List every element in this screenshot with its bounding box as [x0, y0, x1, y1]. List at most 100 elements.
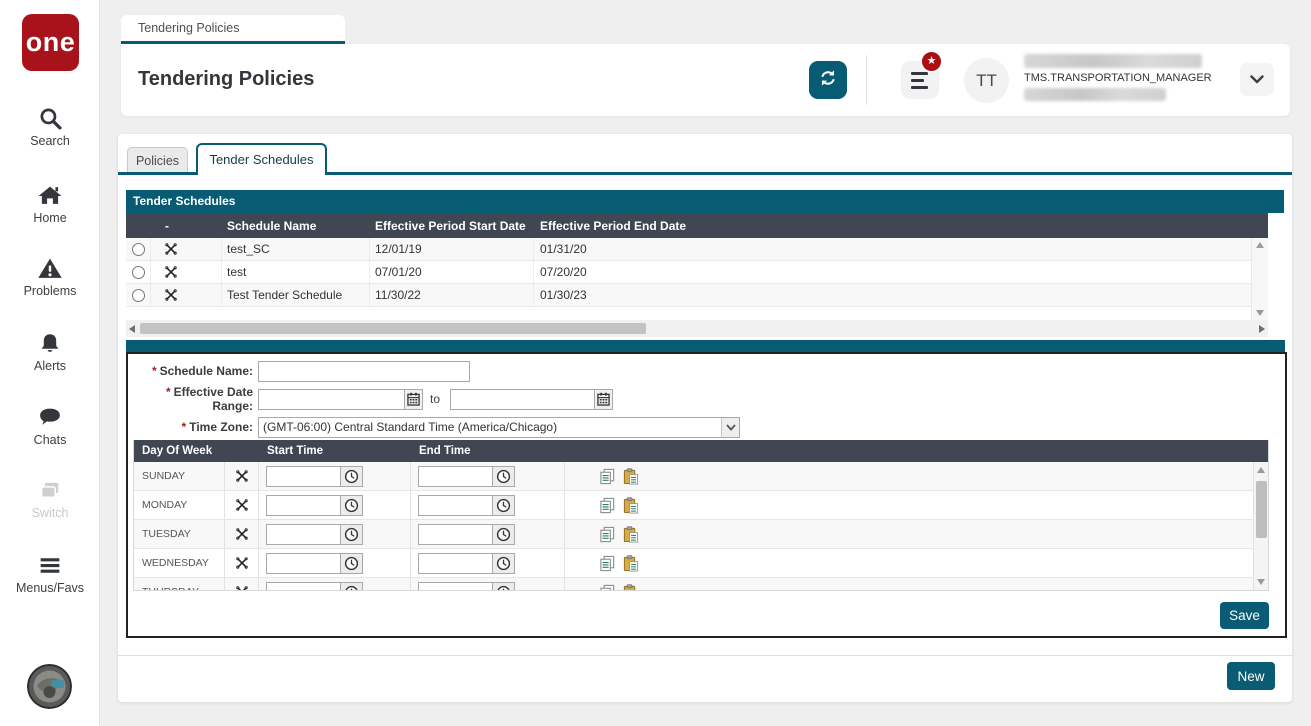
schedules-horizontal-scrollbar[interactable]	[126, 320, 1268, 337]
paste-icon[interactable]	[622, 496, 639, 514]
clock-button[interactable]	[341, 465, 363, 487]
scroll-up-arrow[interactable]	[1256, 242, 1264, 248]
save-button[interactable]: Save	[1220, 602, 1269, 629]
radio-button[interactable]	[131, 288, 145, 302]
sidebar-item-chats[interactable]: Chats	[0, 405, 100, 447]
table-row[interactable]: test 07/01/20 07/20/20	[126, 261, 1251, 284]
start-time-input[interactable]	[266, 552, 341, 574]
sidebar-item-menus-favs[interactable]: Menus/Favs	[0, 553, 100, 595]
schedule-name-input[interactable]	[258, 360, 470, 382]
tab-policies[interactable]: Policies	[127, 147, 188, 175]
date-end-input[interactable]	[450, 388, 596, 410]
clock-icon	[345, 585, 358, 590]
select-chevron-icon	[721, 417, 739, 437]
clock-icon	[344, 469, 359, 483]
timezone-value: (GMT-06:00) Central Standard Time (Ameri…	[263, 420, 558, 434]
copy-icon[interactable]	[599, 497, 616, 514]
copy-icon[interactable]	[599, 526, 616, 543]
start-time-input[interactable]	[266, 465, 341, 487]
day-label: SUNDAY	[134, 462, 225, 490]
clock-button[interactable]	[493, 552, 515, 574]
browser-tab[interactable]: Tendering Policies	[121, 15, 345, 44]
refresh-button[interactable]	[809, 61, 847, 99]
scroll-up-arrow[interactable]	[1257, 467, 1265, 473]
scroll-down-arrow[interactable]	[1257, 579, 1265, 585]
vertical-scroll-thumb[interactable]	[1256, 481, 1267, 538]
copy-icon[interactable]	[599, 584, 616, 590]
one-logo[interactable]: one	[22, 14, 79, 71]
bell-icon	[0, 331, 100, 356]
delete-icon[interactable]	[164, 242, 178, 256]
clock-icon	[344, 556, 359, 570]
globe-avatar[interactable]	[27, 664, 72, 709]
schedule-start-cell: 07/01/20	[370, 261, 534, 283]
paste-icon[interactable]	[622, 525, 639, 543]
tab-tender-schedules[interactable]: Tender Schedules	[196, 143, 327, 175]
delete-icon[interactable]	[235, 527, 249, 541]
schedule-name-cell: Test Tender Schedule	[222, 284, 370, 306]
delete-icon[interactable]	[235, 585, 249, 590]
clock-button[interactable]	[341, 581, 363, 590]
calendar-button-start[interactable]	[405, 388, 423, 410]
to-label: to	[430, 392, 441, 406]
day-row: TUESDAY	[134, 520, 1268, 549]
scroll-down-arrow[interactable]	[1256, 310, 1264, 316]
end-time-input[interactable]	[418, 581, 493, 590]
end-time-input[interactable]	[418, 552, 493, 574]
clock-button[interactable]	[341, 523, 363, 545]
paste-icon[interactable]	[622, 467, 639, 485]
table-row[interactable]: Test Tender Schedule 11/30/22 01/30/23	[126, 284, 1251, 307]
timezone-select[interactable]: (GMT-06:00) Central Standard Time (Ameri…	[258, 416, 740, 438]
start-time-input[interactable]	[266, 523, 341, 545]
clock-icon	[496, 527, 511, 541]
star-badge-icon: ★	[920, 50, 943, 73]
clock-button[interactable]	[341, 552, 363, 574]
day-table-vertical-scrollbar[interactable]	[1253, 462, 1268, 590]
date-range-label: * Effective Date Range:	[165, 385, 253, 413]
delete-icon[interactable]	[164, 265, 178, 279]
start-time-input[interactable]	[266, 581, 341, 590]
horizontal-scroll-thumb[interactable]	[140, 323, 646, 334]
user-avatar[interactable]: TT	[964, 58, 1009, 103]
browser-tab-label: Tendering Policies	[138, 21, 240, 35]
clock-button[interactable]	[493, 465, 515, 487]
sidebar-item-alerts[interactable]: Alerts	[0, 331, 100, 373]
date-start-input[interactable]	[258, 388, 405, 410]
paste-icon[interactable]	[622, 583, 639, 590]
schedules-vertical-scrollbar[interactable]	[1251, 238, 1268, 320]
table-row[interactable]: test_SC 12/01/19 01/31/20	[126, 238, 1251, 261]
sidebar-item-label: Search	[30, 134, 70, 148]
scroll-right-arrow[interactable]	[1259, 324, 1265, 333]
copy-icon[interactable]	[599, 468, 616, 485]
delete-icon[interactable]	[235, 469, 249, 483]
delete-icon[interactable]	[164, 288, 178, 302]
day-label: THURSDAY	[134, 578, 225, 590]
column-header-end-date: Effective Period End Date	[540, 218, 687, 233]
schedule-end-cell: 01/31/20	[540, 242, 587, 256]
day-label: MONDAY	[134, 491, 225, 519]
clock-button[interactable]	[493, 523, 515, 545]
clock-button[interactable]	[493, 581, 515, 590]
radio-button[interactable]	[131, 242, 145, 256]
copy-icon[interactable]	[599, 555, 616, 572]
menu-bar	[911, 78, 924, 82]
delete-icon[interactable]	[235, 556, 249, 570]
scroll-left-arrow[interactable]	[129, 324, 135, 333]
clock-button[interactable]	[341, 494, 363, 516]
end-time-input[interactable]	[418, 494, 493, 516]
start-time-input[interactable]	[266, 494, 341, 516]
clock-button[interactable]	[493, 494, 515, 516]
user-menu-button[interactable]	[1240, 63, 1274, 96]
paste-icon[interactable]	[622, 554, 639, 572]
end-time-input[interactable]	[418, 523, 493, 545]
schedule-start-cell: 11/30/22	[370, 284, 534, 306]
delete-icon[interactable]	[235, 498, 249, 512]
new-button[interactable]: New	[1227, 662, 1275, 690]
sidebar-item-home[interactable]: Home	[0, 183, 100, 225]
radio-button[interactable]	[131, 265, 145, 279]
sidebar-item-problems[interactable]: Problems	[0, 256, 100, 298]
end-time-input[interactable]	[418, 465, 493, 487]
timezone-label: * Time Zone:	[181, 420, 253, 434]
sidebar-item-search[interactable]: Search	[0, 106, 100, 148]
calendar-button-end[interactable]	[595, 388, 614, 410]
